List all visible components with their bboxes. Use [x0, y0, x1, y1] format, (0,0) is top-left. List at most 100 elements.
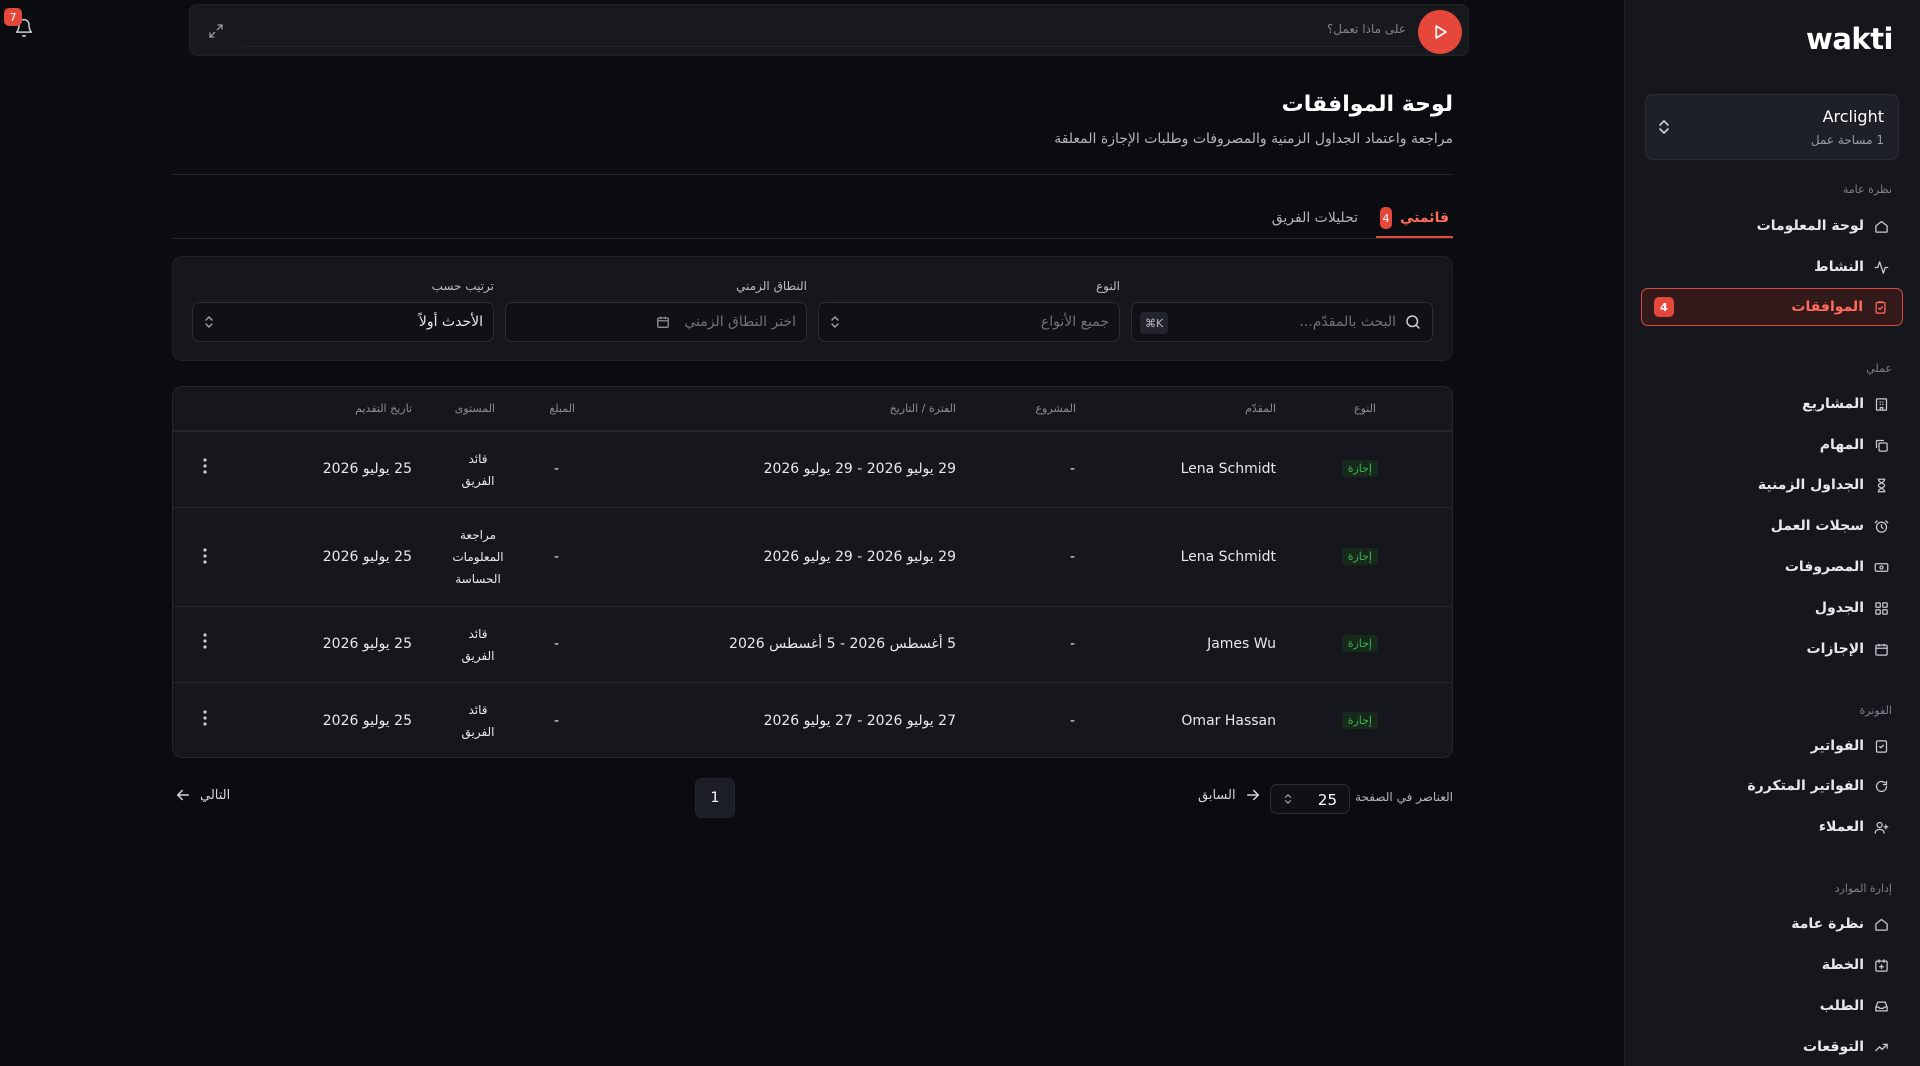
workspace-switcher[interactable]: Arclight 1 مساحة عمل — [1645, 94, 1899, 160]
arrow-left-icon — [174, 786, 192, 804]
next-page-button[interactable]: التالي — [174, 786, 230, 804]
page-title: لوحة الموافقات — [1281, 92, 1453, 117]
prev-page-button[interactable]: السابق — [1198, 786, 1262, 804]
sidebar-item-request[interactable]: الطلب — [1641, 987, 1903, 1025]
type-badge: إجازة — [1341, 712, 1378, 729]
row-menu-icon[interactable] — [203, 633, 207, 649]
prompt-input[interactable]: على ماذا تعمل؟ — [1327, 22, 1406, 36]
sidebar-item-schedule[interactable]: الجدول — [1641, 589, 1903, 627]
per-page-select[interactable]: 25 — [1270, 784, 1350, 814]
workspace-count: 1 مساحة عمل — [1810, 133, 1884, 147]
range-placeholder: اختر النطاق الزمني — [684, 314, 796, 330]
col-amount: المبلغ — [549, 402, 575, 415]
page-number-button[interactable]: 1 — [695, 778, 735, 818]
type-select[interactable]: جميع الأنواع — [818, 302, 1120, 342]
chevrons-updown-icon — [1658, 119, 1670, 135]
submitter-cell: James Wu — [1207, 636, 1276, 652]
col-type: النوع — [1354, 402, 1376, 415]
range-filter-label: النطاق الزمني — [736, 279, 807, 293]
submitted-cell: 25 يوليو 2026 — [322, 636, 412, 652]
tab-team-analytics[interactable]: تحليلات الفريق — [1272, 210, 1358, 226]
sort-label: ترتيب حسب — [431, 279, 494, 293]
submitter-cell: Lena Schmidt — [1180, 549, 1276, 565]
sort-select[interactable]: الأحدث أولاً — [192, 302, 494, 342]
project-cell: - — [1069, 636, 1075, 652]
logo: wakti — [1806, 22, 1893, 56]
sidebar-item-resources-overview[interactable]: نظرة عامة — [1641, 905, 1903, 943]
tab-my-list[interactable]: 4 قائمتي — [1376, 200, 1453, 238]
sidebar-item-label: الفواتير — [1810, 738, 1864, 754]
sidebar-item-worklogs[interactable]: سجلات العمل — [1641, 507, 1903, 545]
type-badge: إجازة — [1341, 548, 1378, 565]
sidebar-item-expenses[interactable]: المصروفات — [1641, 548, 1903, 586]
period-cell: 27 يوليو 2026 - 27 يوليو 2026 — [763, 713, 956, 729]
page-subtitle: مراجعة واعتماد الجداول الزمنية والمصروفا… — [1054, 131, 1453, 147]
level-cell: قائد الفريق — [461, 627, 495, 663]
per-page-value: 25 — [1317, 791, 1337, 809]
table-row[interactable]: إجازة James Wu - 5 أغسطس 2026 - 5 أغسطس … — [173, 606, 1452, 682]
section-overview: نظرة عامة — [1842, 183, 1892, 196]
tab-label: قائمتي — [1400, 210, 1449, 226]
tabs-divider — [172, 238, 1453, 239]
sidebar-item-approvals[interactable]: 4 الموافقات — [1641, 288, 1903, 326]
sidebar-item-leaves[interactable]: الإجازات — [1641, 630, 1903, 668]
search-icon — [1404, 313, 1422, 331]
sidebar-item-dashboard[interactable]: لوحة المعلومات — [1641, 207, 1903, 245]
calendar-plus-icon — [1874, 958, 1889, 973]
table-row[interactable]: إجازة Lena Schmidt - 29 يوليو 2026 - 29 … — [173, 507, 1452, 606]
sidebar-item-label: سجلات العمل — [1770, 518, 1864, 534]
project-cell: - — [1069, 461, 1075, 477]
col-submitter: المقدّم — [1245, 402, 1276, 415]
project-cell: - — [1069, 713, 1075, 729]
sidebar-item-timesheets[interactable]: الجداول الزمنية — [1641, 466, 1903, 504]
activity-icon — [1874, 260, 1889, 275]
sidebar-item-label: الموافقات — [1791, 299, 1863, 315]
col-project: المشروع — [1035, 402, 1076, 415]
col-period: الفترة / التاريخ — [889, 402, 956, 415]
run-button[interactable] — [1418, 10, 1462, 54]
sidebar-item-activity[interactable]: النشاط — [1641, 248, 1903, 286]
sidebar-item-projects[interactable]: المشاريع — [1641, 385, 1903, 423]
file-check-icon — [1874, 739, 1889, 754]
sidebar-item-label: الخطة — [1821, 957, 1864, 973]
sidebar-item-label: لوحة المعلومات — [1756, 218, 1864, 234]
row-menu-icon[interactable] — [203, 710, 207, 726]
inbox-icon — [1874, 999, 1889, 1014]
period-cell: 29 يوليو 2026 - 29 يوليو 2026 — [763, 549, 956, 565]
notification-count-badge: 7 — [4, 8, 22, 26]
play-icon — [1435, 25, 1447, 39]
amount-cell: - — [553, 636, 559, 652]
sidebar-item-recurring-invoices[interactable]: الفواتير المتكررة — [1641, 767, 1903, 805]
table-row[interactable]: إجازة Omar Hassan - 27 يوليو 2026 - 27 ي… — [173, 682, 1452, 757]
table-row[interactable]: إجازة Lena Schmidt - 29 يوليو 2026 - 29 … — [173, 431, 1452, 507]
chevrons-updown-icon — [203, 315, 215, 329]
sidebar-item-plan[interactable]: الخطة — [1641, 946, 1903, 984]
row-menu-icon[interactable] — [203, 548, 207, 564]
submitter-cell: Omar Hassan — [1181, 713, 1276, 729]
sidebar-item-forecasts[interactable]: التوقعات — [1641, 1028, 1903, 1066]
col-level: المستوى — [454, 402, 495, 415]
type-badge: إجازة — [1341, 635, 1378, 652]
copy-icon — [1874, 438, 1889, 453]
clipboard-check-icon — [1873, 300, 1888, 315]
grid-icon — [1874, 601, 1889, 616]
sidebar-item-label: الفواتير المتكررة — [1747, 778, 1864, 794]
section-billing: الفوترة — [1859, 704, 1892, 717]
sidebar-item-label: الجداول الزمنية — [1757, 477, 1864, 493]
amount-cell: - — [553, 549, 559, 565]
sidebar-item-tasks[interactable]: المهام — [1641, 426, 1903, 464]
sidebar-item-invoices[interactable]: الفواتير — [1641, 727, 1903, 765]
expand-icon[interactable] — [208, 23, 224, 39]
building-icon — [1874, 397, 1889, 412]
date-range-picker[interactable]: اختر النطاق الزمني — [505, 302, 807, 342]
calendar-icon — [656, 315, 670, 329]
search-input[interactable]: البحث بالمقدّم... ⌘K — [1131, 302, 1433, 342]
sidebar-item-label: الإجازات — [1806, 641, 1865, 657]
section-resources: إدارة الموارد — [1834, 882, 1892, 895]
col-submitted: تاريخ التقديم — [355, 402, 412, 415]
banknote-icon — [1874, 560, 1889, 575]
row-menu-icon[interactable] — [203, 458, 207, 474]
project-cell: - — [1069, 549, 1075, 565]
sidebar-item-clients[interactable]: العملاء — [1641, 808, 1903, 846]
section-my-work: عملي — [1866, 362, 1892, 375]
